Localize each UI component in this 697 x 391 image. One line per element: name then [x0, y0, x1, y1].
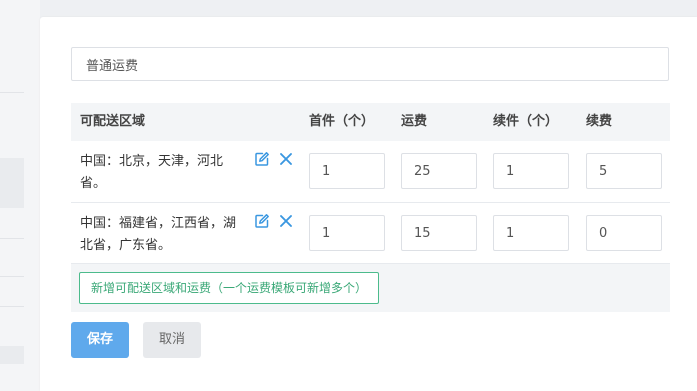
cancel-button[interactable]: 取消 [143, 322, 201, 358]
extra-fee-input[interactable] [586, 215, 662, 251]
extra-qty-input[interactable] [493, 153, 569, 189]
region-text: 中国：福建省，江西省，湖北省，广东省。 [80, 216, 237, 253]
extra-qty-input[interactable] [493, 215, 569, 251]
add-region-area: 新增可配送区域和运费（一个运费模板可新增多个） [71, 264, 670, 312]
close-icon[interactable] [278, 213, 294, 229]
template-name-input[interactable] [71, 47, 669, 81]
background-divider [0, 276, 24, 277]
edit-icon[interactable] [254, 213, 270, 229]
header-extra-fee: 续费 [586, 114, 613, 129]
background-block [0, 346, 24, 364]
background-page [0, 0, 40, 391]
header-first-qty: 首件（个） [309, 114, 375, 129]
table-row: 中国：福建省，江西省，湖北省，广东省。 [71, 203, 670, 264]
extra-fee-input[interactable] [586, 153, 662, 189]
first-fee-input[interactable] [401, 215, 477, 251]
header-region: 可配送区域 [80, 114, 146, 129]
header-first-fee: 运费 [401, 114, 428, 129]
add-region-button[interactable]: 新增可配送区域和运费（一个运费模板可新增多个） [79, 272, 380, 304]
table-row: 中国：北京，天津，河北省。 [71, 141, 670, 203]
close-icon[interactable] [278, 151, 294, 167]
header-extra-qty: 续件（个） [493, 114, 559, 129]
background-divider [0, 238, 24, 239]
shipping-template-dialog: 可配送区域 首件（个） 运费 续件（个） 续费 中国：北京，天津，河北省。 [40, 17, 697, 391]
table-header: 可配送区域 首件（个） 运费 续件（个） 续费 [71, 103, 670, 141]
shipping-region-table: 可配送区域 首件（个） 运费 续件（个） 续费 中国：北京，天津，河北省。 1 … [71, 103, 670, 312]
first-qty-input[interactable] [309, 153, 385, 189]
first-fee-input[interactable] [401, 153, 477, 189]
save-button[interactable]: 保存 [71, 322, 129, 358]
first-qty-input[interactable] [309, 215, 385, 251]
background-block [0, 158, 24, 208]
background-divider [0, 92, 24, 93]
edit-icon[interactable] [254, 151, 270, 167]
region-text: 中国：北京，天津，河北省。 [80, 154, 224, 191]
background-divider [0, 306, 24, 307]
